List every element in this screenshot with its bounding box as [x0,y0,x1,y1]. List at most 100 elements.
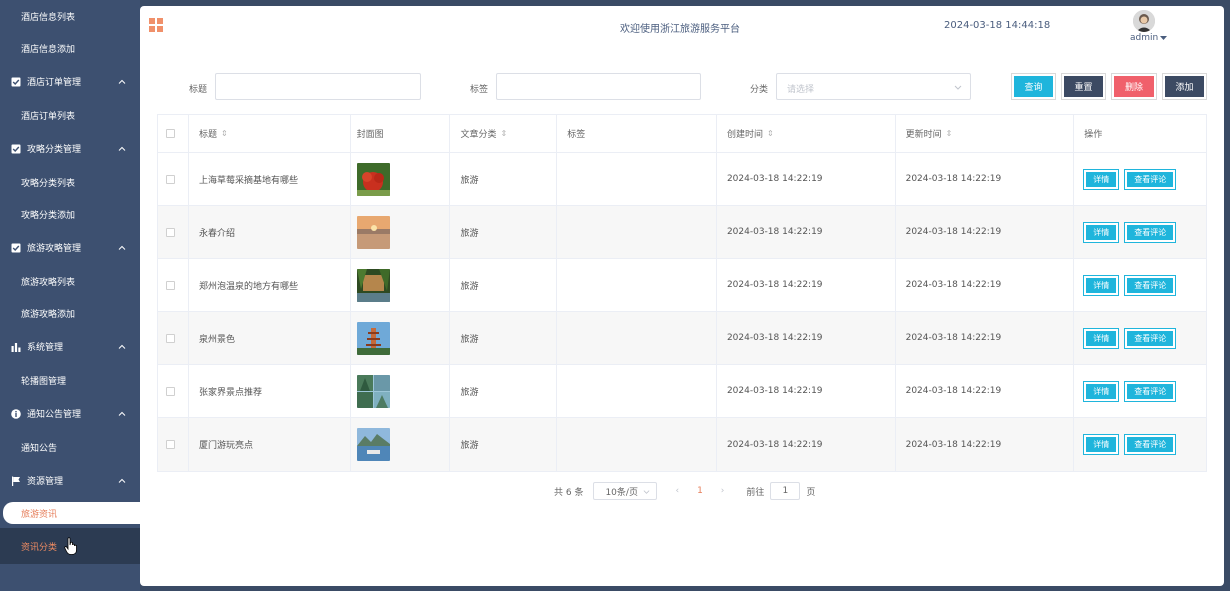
header-ops: 操作 [1074,115,1206,152]
sort-icon[interactable]: ⇕ [500,129,507,138]
goto-page-input[interactable]: 1 [770,482,801,500]
header-category[interactable]: 文章分类 ⇕ [450,115,558,152]
row-select-cell [158,312,189,364]
goto-page-value: 1 [782,486,789,496]
sort-icon[interactable]: ⇕ [221,129,228,138]
header-tag-label: 标签 [567,130,586,140]
grid-menu-icon[interactable] [149,18,163,32]
row-category: 旅游 [450,153,558,205]
view-comments-button[interactable]: 查看评论 [1124,434,1177,455]
row-checkbox[interactable] [166,280,175,290]
row-created: 2024-03-18 14:22:19 [717,365,896,417]
title-input[interactable] [215,73,421,100]
bar-chart-icon [11,342,21,352]
pagination: 共 6 条 10条/页 ‹ 1 › 前往 1 页 [554,482,815,500]
row-ops: 详情 查看评论 [1074,365,1206,417]
category-select[interactable]: 请选择 [776,73,971,100]
row-title: 张家界景点推荐 [189,365,351,417]
row-tag [557,365,717,417]
row-select-cell [158,418,189,471]
header-updated[interactable]: 更新时间 ⇕ [896,115,1075,152]
cover-thumbnail[interactable] [356,374,390,408]
row-cover [351,365,451,417]
sidebar-item-label: 旅游资讯 [21,509,58,520]
header-created[interactable]: 创建时间 ⇕ [717,115,896,152]
row-category: 旅游 [450,312,558,364]
chevron-down-icon [954,85,962,90]
sidebar-item[interactable]: 旅游攻略列表 [0,265,140,297]
sort-icon[interactable]: ⇕ [946,129,953,138]
chevron-up-icon [118,146,126,151]
sort-icon[interactable]: ⇕ [767,129,774,138]
sidebar-item[interactable]: 酒店信息列表 [0,0,140,32]
header-title[interactable]: 标题 ⇕ [189,115,351,152]
chevron-up-icon [118,411,126,416]
add-button[interactable]: 添加 [1162,73,1207,100]
prev-page-button[interactable]: ‹ [675,486,679,496]
chevron-up-icon [118,245,126,250]
page-number-current[interactable]: 1 [697,486,703,496]
sidebar-group[interactable]: 通知公告管理 [0,396,140,431]
row-checkbox[interactable] [166,174,175,184]
sidebar-group[interactable]: 攻略分类管理 [0,131,140,166]
row-updated: 2024-03-18 14:22:19 [896,365,1075,417]
cover-thumbnail[interactable] [356,162,390,196]
cover-thumbnail[interactable] [356,268,390,302]
row-tag [557,206,717,258]
view-comments-button[interactable]: 查看评论 [1124,380,1177,402]
flag-icon [11,476,21,486]
sidebar-item[interactable]: 通知公告 [0,431,140,463]
view-comments-button[interactable]: 查看评论 [1124,327,1177,349]
checkbox-icon [11,243,21,253]
reset-button[interactable]: 重置 [1061,73,1106,100]
sidebar-item[interactable]: 轮播图管理 [0,364,140,396]
sidebar-item[interactable]: 攻略分类添加 [0,198,140,230]
cover-thumbnail[interactable] [356,215,390,249]
detail-button[interactable]: 详情 [1083,327,1120,349]
current-datetime: 2024-03-18 14:44:18 [944,20,1051,31]
sidebar-group[interactable]: 酒店订单管理 [0,64,140,99]
detail-button[interactable]: 详情 [1083,168,1120,190]
detail-button[interactable]: 详情 [1083,274,1120,296]
sidebar-item[interactable]: 旅游资讯 [3,502,140,524]
page-size-select[interactable]: 10条/页 [593,482,658,500]
sidebar-item[interactable]: 资讯分类 [0,528,140,564]
sidebar-group[interactable]: 资源管理 [0,463,140,498]
checkbox-icon [11,144,21,154]
row-created: 2024-03-18 14:22:19 [717,153,896,205]
sidebar-group-label: 攻略分类管理 [27,145,82,155]
query-button[interactable]: 查询 [1011,73,1056,100]
detail-button[interactable]: 详情 [1083,221,1120,243]
sidebar-item[interactable]: 旅游攻略添加 [0,297,140,329]
row-created: 2024-03-18 14:22:19 [717,312,896,364]
sidebar-item[interactable]: 攻略分类列表 [0,166,140,198]
view-comments-button[interactable]: 查看评论 [1124,221,1177,243]
avatar[interactable] [1133,10,1155,32]
select-all-checkbox[interactable] [166,129,175,138]
delete-button[interactable]: 删除 [1111,73,1157,100]
user-menu[interactable]: admin [1130,33,1168,43]
sidebar-group[interactable]: 系统管理 [0,329,140,364]
row-checkbox[interactable] [166,333,175,343]
detail-button[interactable]: 详情 [1083,434,1120,455]
row-ops: 详情 查看评论 [1074,418,1206,471]
row-title: 上海草莓采摘基地有哪些 [189,153,351,205]
cover-thumbnail[interactable] [356,428,390,461]
view-comments-button[interactable]: 查看评论 [1124,274,1177,296]
row-tag [557,153,717,205]
sidebar-group[interactable]: 旅游攻略管理 [0,230,140,265]
detail-button[interactable]: 详情 [1083,380,1120,402]
row-checkbox[interactable] [166,227,175,237]
tag-input[interactable] [496,73,701,100]
sidebar-item[interactable]: 酒店信息添加 [0,32,140,64]
row-cover [351,312,451,364]
tag-label: 标签 [470,85,489,95]
sidebar-item[interactable]: 酒店订单列表 [0,99,140,131]
row-checkbox[interactable] [166,440,175,449]
cover-thumbnail[interactable] [356,321,390,355]
row-created: 2024-03-18 14:22:19 [717,418,896,471]
view-comments-button[interactable]: 查看评论 [1124,168,1177,190]
row-checkbox[interactable] [166,386,175,396]
next-page-button[interactable]: › [721,486,725,496]
table-row: 张家界景点推荐 旅游 2024-03-18 14:22:19 2024-03-18 1… [158,365,1206,418]
